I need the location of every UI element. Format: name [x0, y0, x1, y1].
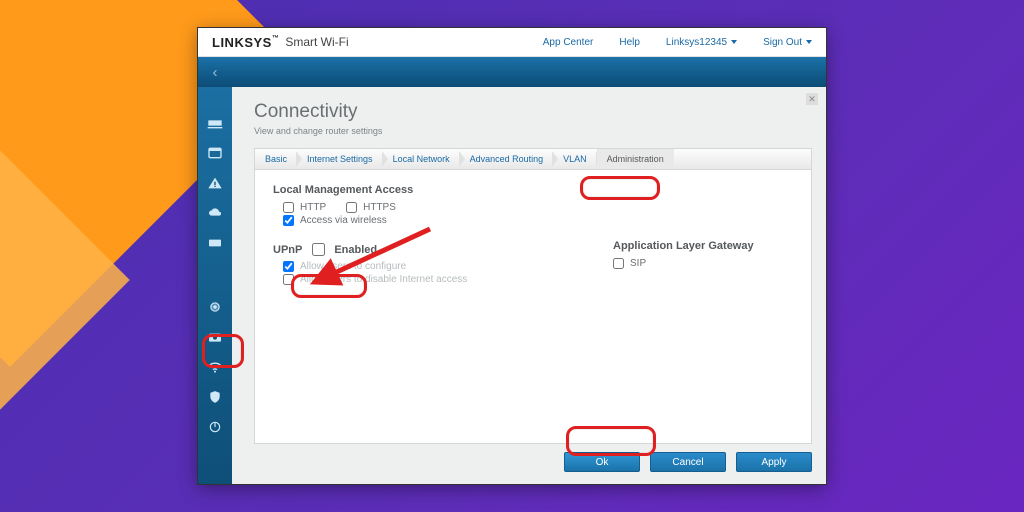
allow-disable-label: Allow users to disable Internet access [300, 274, 467, 285]
https-label: HTTPS [363, 202, 396, 213]
allow-config-checkbox[interactable] [283, 261, 294, 272]
button-bar: Ok Cancel Apply [232, 444, 826, 484]
tab-advanced-routing[interactable]: Advanced Routing [460, 149, 554, 169]
nav-sign-out[interactable]: Sign Out [763, 37, 812, 48]
upnp-enabled-checkbox[interactable] [312, 243, 325, 256]
allow-config-label: Allow users to configure [300, 261, 406, 272]
brand-logo: LINKSYS™ [212, 35, 279, 50]
apply-button[interactable]: Apply [736, 452, 812, 472]
lma-heading: Local Management Access [273, 184, 793, 196]
sidebar-planner-icon[interactable] [206, 145, 224, 161]
wireless-checkbox[interactable] [283, 215, 294, 226]
sidebar-devices-icon[interactable] [206, 115, 224, 131]
ok-button[interactable]: Ok [564, 452, 640, 472]
https-checkbox[interactable] [346, 202, 357, 213]
sidebar-cloud-icon[interactable] [206, 205, 224, 221]
app-window: LINKSYS™ Smart Wi-Fi App Center Help Lin… [198, 28, 826, 484]
tab-basic[interactable]: Basic [255, 149, 297, 169]
upnp-enabled-label: Enabled [334, 244, 377, 256]
tab-strip: Basic Internet Settings Local Network Ad… [254, 148, 812, 169]
sidebar-camera-icon[interactable] [206, 329, 224, 345]
upnp-heading: UPnP [273, 244, 302, 256]
brand-subtitle: Smart Wi-Fi [285, 35, 348, 49]
close-icon[interactable]: ✕ [806, 93, 818, 105]
alg-heading: Application Layer Gateway [613, 240, 754, 252]
tab-vlan[interactable]: VLAN [553, 149, 597, 169]
sidebar-alert-icon[interactable] [206, 175, 224, 191]
caret-down-icon [731, 40, 737, 44]
back-button[interactable]: ‹ [204, 64, 226, 81]
wireless-label: Access via wireless [300, 215, 387, 226]
page-subtitle: View and change router settings [254, 126, 804, 136]
breadcrumb-bar: ‹ [198, 57, 826, 87]
nav-help[interactable]: Help [619, 37, 640, 48]
admin-panel: Local Management Access HTTP HTTPS Acces… [254, 169, 812, 444]
http-label: HTTP [300, 202, 326, 213]
nav-app-center[interactable]: App Center [543, 37, 594, 48]
sidebar-shield-icon[interactable] [206, 389, 224, 405]
page-title: Connectivity [254, 101, 804, 123]
nav-account[interactable]: Linksys12345 [666, 37, 737, 48]
tab-local-network[interactable]: Local Network [383, 149, 460, 169]
sidebar-chip-icon[interactable] [206, 235, 224, 251]
sidebar-wifi-icon[interactable] [206, 359, 224, 375]
cancel-button[interactable]: Cancel [650, 452, 726, 472]
tab-internet-settings[interactable]: Internet Settings [297, 149, 383, 169]
http-checkbox[interactable] [283, 202, 294, 213]
caret-down-icon [806, 40, 812, 44]
top-bar: LINKSYS™ Smart Wi-Fi App Center Help Lin… [198, 28, 826, 57]
sip-label: SIP [630, 258, 646, 269]
content-area: ✕ Connectivity View and change router se… [232, 87, 826, 484]
sidebar [198, 87, 232, 484]
tab-administration[interactable]: Administration [597, 149, 674, 169]
sidebar-settings-icon[interactable] [206, 299, 224, 315]
sidebar-power-icon[interactable] [206, 419, 224, 435]
allow-disable-checkbox[interactable] [283, 274, 294, 285]
sip-checkbox[interactable] [613, 258, 624, 269]
